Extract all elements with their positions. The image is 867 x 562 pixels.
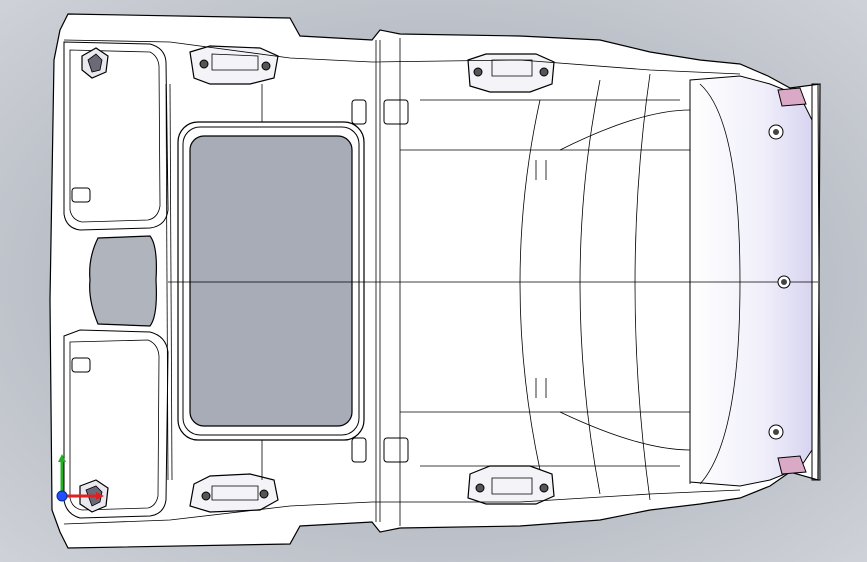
crossbar-right-bottom bbox=[383, 437, 409, 463]
crossbar-left-top bbox=[351, 99, 367, 125]
z-axis-icon bbox=[56, 490, 68, 502]
cad-viewport[interactable] bbox=[0, 0, 867, 562]
crossbar-right-top bbox=[383, 99, 409, 125]
model-canvas[interactable] bbox=[0, 0, 867, 562]
crossbar-left-bottom bbox=[351, 437, 367, 463]
axis-triad bbox=[56, 454, 104, 502]
dome-light-bottom bbox=[71, 357, 91, 373]
rear-curved-section bbox=[689, 75, 813, 487]
sunroof-opening bbox=[189, 135, 353, 427]
center-console-recess bbox=[89, 235, 157, 327]
dome-light-top bbox=[71, 187, 91, 203]
